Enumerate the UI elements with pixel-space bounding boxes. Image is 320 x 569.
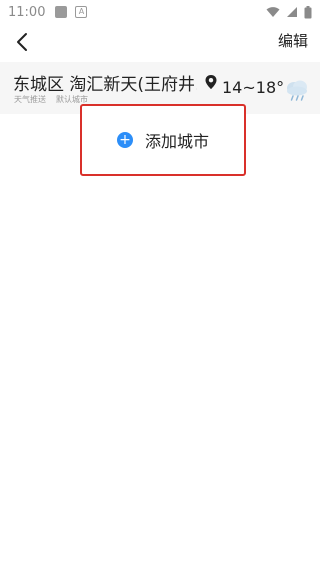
edit-button[interactable]: 编辑 <box>278 30 308 51</box>
temperature-range: 14~18° <box>222 78 285 97</box>
add-city-button[interactable]: + 添加城市 <box>80 104 246 176</box>
chevron-left-icon <box>17 33 27 51</box>
city-tags: 天气推送 默认城市 <box>14 94 88 105</box>
status-bar: 11:00 A <box>0 0 320 24</box>
app-icon: A <box>75 6 88 18</box>
city-name: 东城区 淘汇新天(王府井… <box>13 75 197 95</box>
back-button[interactable] <box>8 28 36 56</box>
status-indicators <box>266 5 312 19</box>
notification-icon <box>55 6 68 18</box>
wifi-icon <box>266 7 280 17</box>
battery-icon <box>304 5 312 18</box>
signal-icon <box>287 7 297 17</box>
header: 编辑 <box>0 24 320 60</box>
status-time: 11:00 <box>8 4 46 20</box>
rain-cloud-icon <box>287 80 307 101</box>
add-city-label: 添加城市 <box>144 132 209 151</box>
plus-circle-icon: + <box>116 132 133 148</box>
tag-weather-push: 天气推送 <box>14 95 46 104</box>
location-pin-icon <box>205 75 217 89</box>
